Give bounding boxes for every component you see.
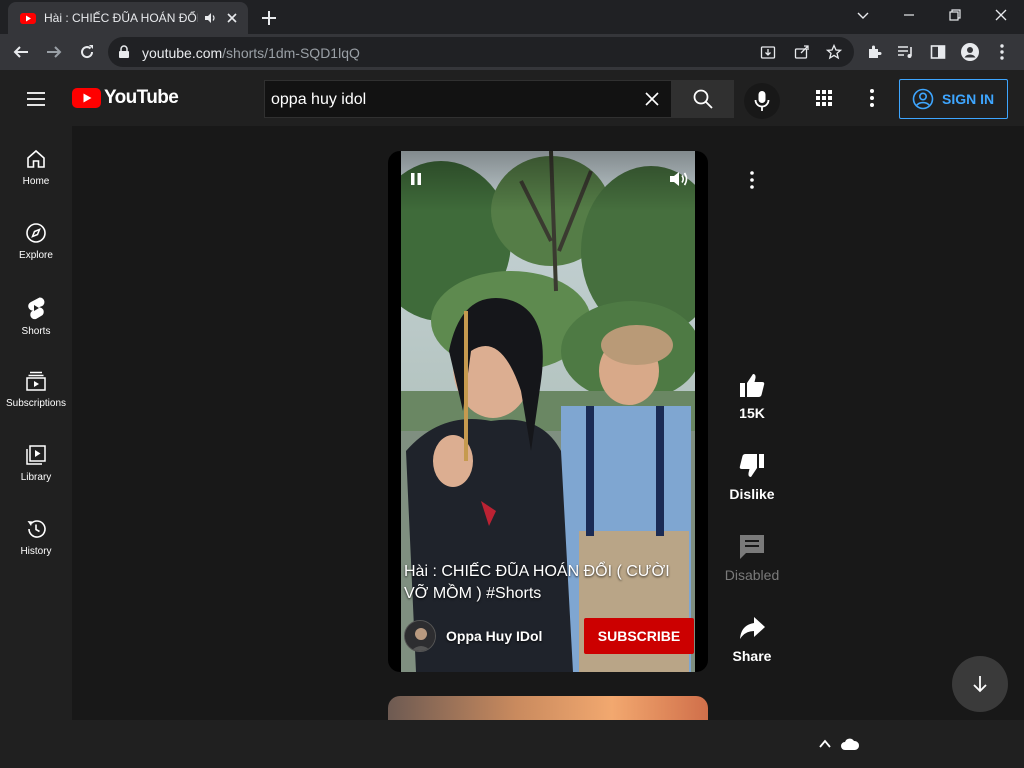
youtube-logo-icon	[72, 88, 101, 108]
sign-in-button[interactable]: SIGN IN	[899, 79, 1008, 119]
subscribe-button[interactable]: SUBSCRIBE	[584, 618, 694, 654]
short-title[interactable]: Hài : CHIẾC ĐŨA HOÁN ĐỔI ( CƯỜI VỠ MỒM )…	[404, 561, 694, 605]
next-video-button[interactable]	[952, 656, 1008, 712]
url-text[interactable]: youtube.com/shorts/1dm-SQD1lqQ	[142, 45, 360, 61]
sidebar: Home Explore Shorts Subscriptions Librar…	[0, 126, 72, 720]
volume-icon[interactable]	[668, 169, 690, 189]
new-tab-icon[interactable]	[258, 7, 280, 29]
search-button[interactable]	[672, 80, 734, 118]
sidebar-item-shorts[interactable]: Shorts	[0, 274, 72, 348]
like-count: 15K	[739, 405, 765, 421]
logo-text: YouTube	[104, 87, 179, 108]
sidebar-item-history[interactable]: History	[0, 496, 72, 570]
avatar[interactable]	[404, 620, 436, 652]
sign-in-label: SIGN IN	[942, 91, 995, 107]
tab-title: Hài : CHIẾC ĐŨA HOÁN ĐỔI	[44, 11, 198, 25]
clear-search-icon[interactable]	[643, 90, 661, 108]
forward-icon[interactable]	[42, 40, 66, 64]
share-arrow-icon	[740, 617, 765, 639]
dislike-label: Dislike	[729, 486, 775, 502]
arrow-down-icon	[973, 676, 987, 693]
guide-menu-icon[interactable]	[24, 87, 48, 111]
tab-audio-icon[interactable]	[204, 11, 218, 25]
search-query-text: oppa huy idol	[271, 91, 367, 108]
browser-tab-strip: Hài : CHIẾC ĐŨA HOÁN ĐỔI	[0, 0, 1024, 34]
close-window-icon[interactable]	[986, 4, 1016, 26]
account-circle-icon	[912, 88, 934, 110]
youtube-masthead: YouTube oppa huy idol SIGN IN	[0, 70, 1024, 126]
apps-grid-icon[interactable]	[812, 86, 836, 110]
dislike-button[interactable]: Dislike	[712, 452, 792, 502]
channel-name[interactable]: Oppa Huy IDol	[446, 628, 584, 644]
media-controls-icon[interactable]	[894, 40, 918, 64]
caret-up-icon[interactable]	[818, 737, 832, 751]
install-app-icon[interactable]	[758, 42, 778, 62]
thumbs-down-icon	[739, 454, 764, 477]
compass-icon	[26, 223, 46, 243]
home-icon	[27, 149, 45, 168]
address-bar[interactable]: youtube.com/shorts/1dm-SQD1lqQ	[108, 37, 854, 67]
comment-icon	[740, 535, 764, 559]
library-icon	[26, 445, 46, 465]
tab-search-icon[interactable]	[848, 4, 878, 26]
youtube-favicon-icon	[20, 13, 36, 24]
player-top-gradient	[388, 151, 708, 211]
sidebar-item-label: Explore	[19, 250, 53, 261]
lock-icon[interactable]	[118, 45, 130, 59]
url-path: /shorts/1dm-SQD1lqQ	[222, 45, 360, 61]
sidebar-item-label: Shorts	[21, 326, 51, 337]
shorts-icon	[28, 297, 45, 320]
search-icon	[693, 89, 713, 109]
share-page-icon[interactable]	[792, 42, 812, 62]
minimize-icon[interactable]	[894, 4, 924, 26]
history-icon	[27, 520, 46, 538]
profile-icon[interactable]	[958, 40, 982, 64]
extensions-icon[interactable]	[862, 40, 886, 64]
sidebar-item-home[interactable]: Home	[0, 126, 72, 200]
sidebar-item-subscriptions[interactable]: Subscriptions	[0, 348, 72, 422]
cloud-icon[interactable]	[840, 737, 860, 751]
shorts-feed: Hài : CHIẾC ĐŨA HOÁN ĐỔI ( CƯỜI VỠ MỒM )…	[72, 126, 1024, 720]
bookmark-star-icon[interactable]	[824, 42, 844, 62]
pause-icon[interactable]	[408, 171, 424, 187]
youtube-logo[interactable]: YouTube	[72, 87, 179, 109]
url-host: youtube.com	[142, 45, 223, 61]
restore-icon[interactable]	[940, 4, 970, 26]
more-actions-icon[interactable]	[740, 168, 764, 192]
next-short-preview[interactable]	[388, 696, 708, 720]
side-panel-icon[interactable]	[926, 40, 950, 64]
browser-tab[interactable]: Hài : CHIẾC ĐŨA HOÁN ĐỔI	[8, 2, 248, 34]
voice-search-button[interactable]	[744, 83, 780, 119]
browser-toolbar: youtube.com/shorts/1dm-SQD1lqQ	[0, 34, 1024, 70]
sidebar-item-label: Home	[22, 176, 50, 187]
thumbs-up-icon	[740, 374, 765, 397]
sidebar-item-explore[interactable]: Explore	[0, 200, 72, 274]
microphone-icon	[754, 91, 770, 111]
like-button[interactable]: 15K	[712, 371, 792, 421]
comments-button: Disabled	[712, 533, 792, 583]
reload-icon[interactable]	[75, 40, 99, 64]
channel-row: Oppa Huy IDol SUBSCRIBE	[404, 617, 694, 655]
comments-label: Disabled	[724, 567, 780, 583]
back-icon[interactable]	[9, 40, 33, 64]
search-input[interactable]: oppa huy idol	[264, 80, 672, 118]
tab-close-icon[interactable]	[224, 10, 240, 26]
settings-menu-icon[interactable]	[860, 86, 884, 110]
sidebar-item-library[interactable]: Library	[0, 422, 72, 496]
sidebar-item-label: History	[20, 546, 52, 557]
shorts-player[interactable]: Hài : CHIẾC ĐŨA HOÁN ĐỔI ( CƯỜI VỠ MỒM )…	[388, 151, 708, 672]
share-label: Share	[732, 648, 772, 664]
taskbar-strip	[0, 720, 1024, 768]
subscriptions-icon	[26, 371, 46, 391]
share-button[interactable]: Share	[712, 614, 792, 664]
sidebar-item-label: Subscriptions	[5, 398, 67, 409]
sidebar-item-label: Library	[20, 472, 52, 483]
chrome-menu-icon[interactable]	[990, 40, 1014, 64]
